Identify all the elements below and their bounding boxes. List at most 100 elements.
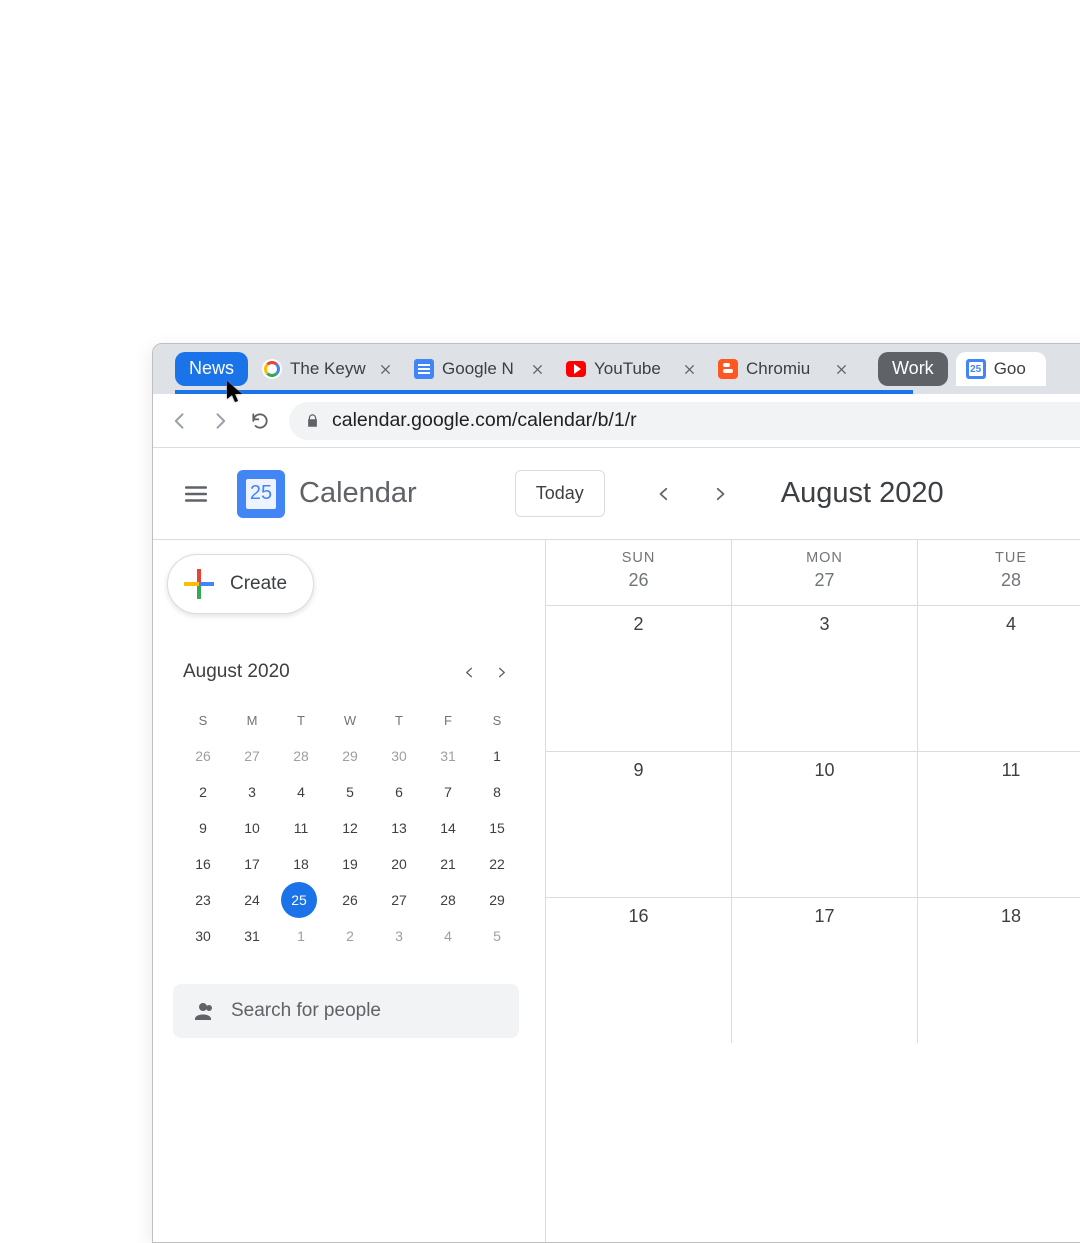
- tab-group-underline: [175, 390, 913, 394]
- dow-label: MON: [732, 550, 917, 566]
- grid-day-cell[interactable]: 2: [546, 606, 732, 751]
- mini-day-cell[interactable]: 1: [477, 738, 517, 774]
- mini-day-cell[interactable]: 1: [281, 918, 321, 954]
- mini-day-cell[interactable]: 26: [330, 882, 370, 918]
- close-icon[interactable]: [376, 360, 394, 378]
- mini-day-cell[interactable]: 4: [428, 918, 468, 954]
- close-icon[interactable]: [528, 360, 546, 378]
- mini-day-cell[interactable]: 29: [477, 882, 517, 918]
- create-button[interactable]: Create: [167, 554, 314, 614]
- dow-label: TUE: [918, 550, 1080, 566]
- mini-day-cell[interactable]: 4: [281, 774, 321, 810]
- app-header: 25 Calendar Today August 2020: [153, 448, 1080, 540]
- mini-day-cell[interactable]: 27: [232, 738, 272, 774]
- browser-window: News The Keyw Google N YouTube Chromiu: [152, 343, 1080, 1243]
- mini-day-cell[interactable]: 22: [477, 846, 517, 882]
- grid-day-cell[interactable]: 9: [546, 752, 732, 897]
- mini-calendar-title: August 2020: [183, 661, 453, 683]
- mini-day-cell[interactable]: 13: [379, 810, 419, 846]
- reload-button[interactable]: [243, 404, 277, 438]
- mini-dow-header: F: [428, 702, 468, 738]
- tab-title: Goo: [994, 359, 1038, 379]
- prev-period-button[interactable]: [645, 475, 683, 513]
- grid-day-cell[interactable]: 10: [732, 752, 918, 897]
- mini-prev-button[interactable]: [453, 656, 485, 688]
- grid-day-cell[interactable]: 18: [918, 898, 1080, 1043]
- grid-day-cell[interactable]: 11: [918, 752, 1080, 897]
- mini-day-cell[interactable]: 3: [232, 774, 272, 810]
- mini-day-cell[interactable]: 12: [330, 810, 370, 846]
- tab-keyword[interactable]: The Keyw: [252, 352, 402, 386]
- mini-day-cell[interactable]: 9: [183, 810, 223, 846]
- mini-day-cell[interactable]: 30: [183, 918, 223, 954]
- lock-icon: [305, 413, 320, 428]
- app-body: Create August 2020 SMTWTFS26272829303112…: [153, 540, 1080, 1242]
- blogger-icon: [718, 359, 738, 379]
- mini-day-cell[interactable]: 31: [232, 918, 272, 954]
- mini-day-cell[interactable]: 8: [477, 774, 517, 810]
- mini-day-cell[interactable]: 26: [183, 738, 223, 774]
- calendar-logo-icon: 25: [237, 470, 285, 518]
- mini-day-cell[interactable]: 10: [232, 810, 272, 846]
- people-search-input[interactable]: Search for people: [173, 984, 519, 1038]
- tab-google-news[interactable]: Google N: [404, 352, 554, 386]
- mini-day-cell[interactable]: 15: [477, 810, 517, 846]
- next-period-button[interactable]: [701, 475, 739, 513]
- tab-youtube[interactable]: YouTube: [556, 352, 706, 386]
- omnibox[interactable]: calendar.google.com/calendar/b/1/r: [289, 402, 1080, 440]
- google-icon: [262, 359, 282, 379]
- tab-strip: News The Keyw Google N YouTube Chromiu: [153, 344, 1080, 394]
- close-icon[interactable]: [832, 360, 850, 378]
- grid-day-cell[interactable]: 3: [732, 606, 918, 751]
- mini-day-cell[interactable]: 5: [477, 918, 517, 954]
- google-news-icon: [414, 359, 434, 379]
- mini-day-cell[interactable]: 5: [330, 774, 370, 810]
- mini-dow-header: M: [232, 702, 272, 738]
- people-search-placeholder: Search for people: [231, 1000, 381, 1022]
- mini-dow-header: T: [281, 702, 321, 738]
- mini-day-cell[interactable]: 31: [428, 738, 468, 774]
- mini-day-cell[interactable]: 24: [232, 882, 272, 918]
- mini-day-cell[interactable]: 21: [428, 846, 468, 882]
- mini-day-cell[interactable]: 28: [281, 738, 321, 774]
- grid-day-cell[interactable]: 16: [546, 898, 732, 1043]
- tab-group-news[interactable]: News: [175, 352, 248, 386]
- mini-day-cell[interactable]: 2: [183, 774, 223, 810]
- mini-day-cell[interactable]: 2: [330, 918, 370, 954]
- tab-title: Google N: [442, 359, 520, 379]
- mini-day-cell[interactable]: 16: [183, 846, 223, 882]
- back-button[interactable]: [163, 404, 197, 438]
- mini-day-cell[interactable]: 18: [281, 846, 321, 882]
- mini-day-cell[interactable]: 3: [379, 918, 419, 954]
- mini-day-cell[interactable]: 27: [379, 882, 419, 918]
- mini-day-cell[interactable]: 20: [379, 846, 419, 882]
- mini-day-cell[interactable]: 25: [281, 882, 317, 918]
- grid-day-cell[interactable]: 4: [918, 606, 1080, 751]
- forward-button[interactable]: [203, 404, 237, 438]
- mini-dow-header: S: [183, 702, 223, 738]
- date-label: 26: [546, 570, 731, 591]
- today-button[interactable]: Today: [515, 470, 605, 517]
- mini-day-cell[interactable]: 17: [232, 846, 272, 882]
- grid-day-cell[interactable]: 17: [732, 898, 918, 1043]
- mini-day-cell[interactable]: 14: [428, 810, 468, 846]
- mini-day-cell[interactable]: 6: [379, 774, 419, 810]
- mini-day-cell[interactable]: 30: [379, 738, 419, 774]
- mini-day-cell[interactable]: 7: [428, 774, 468, 810]
- mini-next-button[interactable]: [485, 656, 517, 688]
- mini-day-cell[interactable]: 28: [428, 882, 468, 918]
- tab-chromium[interactable]: Chromiu: [708, 352, 858, 386]
- hamburger-icon[interactable]: [173, 471, 219, 517]
- mini-day-cell[interactable]: 19: [330, 846, 370, 882]
- day-header: MON27: [732, 540, 918, 605]
- address-bar: calendar.google.com/calendar/b/1/r: [153, 394, 1080, 448]
- dow-label: SUN: [546, 550, 731, 566]
- mini-day-cell[interactable]: 11: [281, 810, 321, 846]
- people-icon: [191, 999, 215, 1023]
- close-icon[interactable]: [680, 360, 698, 378]
- tab-group-work[interactable]: Work: [878, 352, 948, 386]
- mini-day-cell[interactable]: 29: [330, 738, 370, 774]
- day-header: SUN 26: [546, 540, 732, 605]
- tab-calendar-active[interactable]: 25 Goo: [956, 352, 1046, 386]
- mini-day-cell[interactable]: 23: [183, 882, 223, 918]
